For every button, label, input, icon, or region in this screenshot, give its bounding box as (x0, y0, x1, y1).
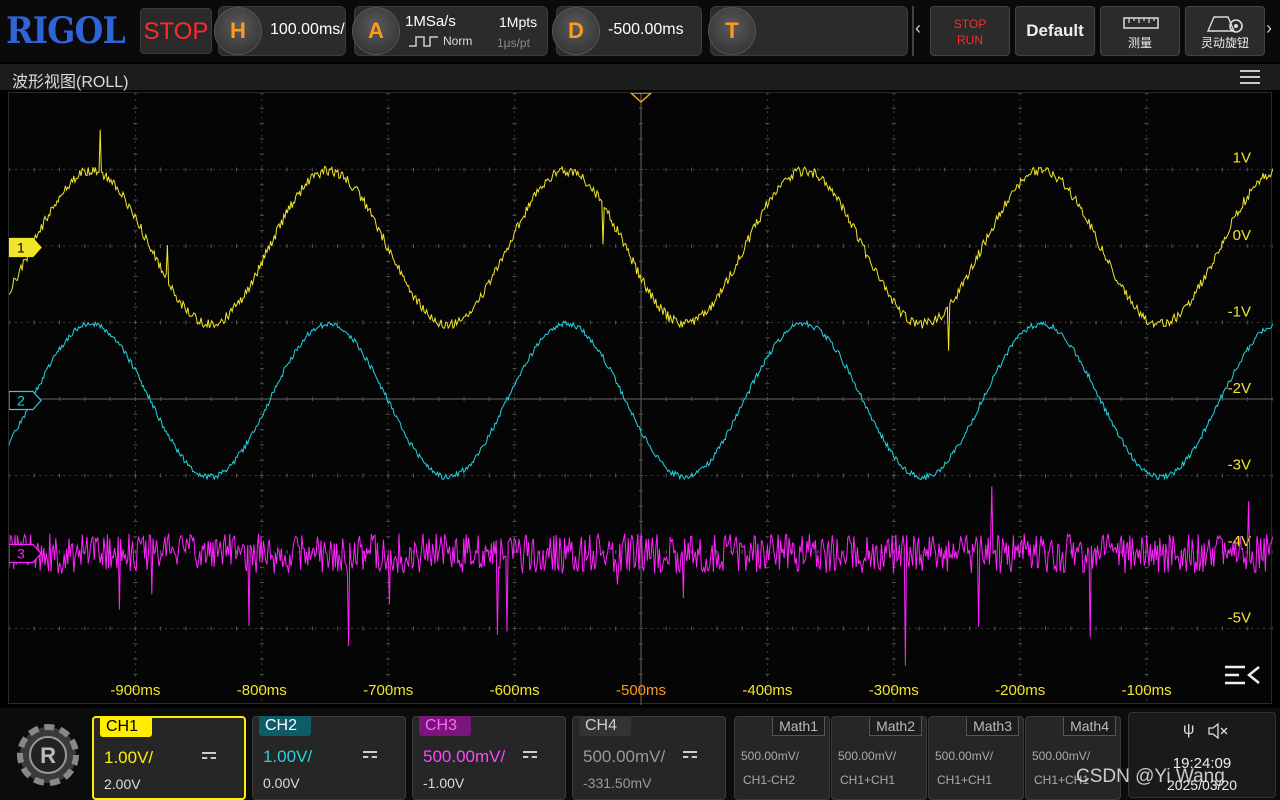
y-tick-label: 0V (1233, 227, 1251, 244)
channel-3-offset: -1.00V (423, 775, 465, 791)
math-3-box[interactable]: Math3 500.00mV/ CH1+CH1 (928, 716, 1024, 800)
dc-coupling-icon (523, 751, 537, 758)
y-tick-label: -3V (1228, 457, 1251, 474)
channel-1-tab: CH1 (100, 717, 152, 737)
channel-3-scale: 500.00mV/ (423, 747, 506, 766)
math-1-box[interactable]: Math1 500.00mV/ CH1-CH2 (734, 716, 830, 800)
channel-4-tab: CH4 (579, 716, 631, 736)
stop-label: STOP (953, 17, 987, 31)
math-1-scale: 500.00mV/ (741, 749, 800, 763)
channel-1-offset: 2.00V (104, 776, 141, 792)
run-label: RUN (957, 33, 983, 47)
rigol-logo: RIGOL (6, 10, 126, 52)
channel-1-box[interactable]: CH1 1.00V/ 2.00V (92, 716, 246, 800)
waveform-window-header: 波形视图(ROLL) (0, 64, 1280, 91)
waveform-svg: -900ms -800ms -700ms -600ms -500ms -400ms -300… (8, 92, 1274, 705)
x-tick-label: -700ms (363, 682, 413, 699)
math-2-expr: CH1+CH1 (840, 773, 896, 787)
channel-4-box[interactable]: CH4 500.00mV/ -331.50mV (572, 716, 726, 800)
usb-icon: ψ (1183, 721, 1195, 738)
channel-1-marker (8, 237, 42, 258)
delay-key[interactable]: D (552, 7, 600, 55)
run-stop-button[interactable]: STOP RUN (930, 6, 1010, 56)
x-tick-label: -500ms (616, 682, 666, 699)
acq-mode-icon (409, 36, 438, 47)
x-tick-label: -200ms (995, 682, 1045, 699)
channel-1-scale: 1.00V/ (104, 748, 154, 767)
trigger-key[interactable]: T (708, 7, 756, 55)
dc-coupling-icon (683, 751, 697, 758)
memory-depth: 1Mpts (499, 14, 538, 30)
channel-2-scale: 1.00V/ (263, 747, 313, 766)
default-button[interactable]: Default (1015, 6, 1095, 56)
channel-3-tab: CH3 (419, 716, 471, 736)
default-label: Default (1026, 21, 1084, 40)
channel-2-offset: 0.00V (263, 775, 300, 791)
math-3-expr: CH1+CH1 (937, 773, 993, 787)
waveform-display[interactable]: -900ms -800ms -700ms -600ms -500ms -400ms -300… (8, 92, 1274, 705)
measure-label: 测量 (1127, 36, 1152, 50)
y-tick-label: -5V (1228, 610, 1251, 627)
timebase-value: 100.00ms/ (270, 21, 345, 38)
channel-4-offset: -331.50mV (583, 775, 652, 791)
x-tick-label: -900ms (110, 682, 160, 699)
home-gear-icon[interactable]: R (8, 714, 88, 796)
x-tick-label: -400ms (742, 682, 792, 699)
math-3-tab: Math3 (966, 717, 1019, 736)
math-4-tab: Math4 (1063, 717, 1116, 736)
window-title: 波形视图(ROLL) (12, 74, 129, 91)
ruler-icon (1123, 17, 1159, 29)
math-2-scale: 500.00mV/ (838, 749, 897, 763)
mute-speaker-icon[interactable] (1207, 723, 1229, 739)
math-1-tab: Math1 (772, 717, 825, 736)
flex-knob-label: 灵动旋钮 (1200, 36, 1249, 50)
menu-icon[interactable] (1240, 70, 1260, 84)
channel-1-marker-label: 1 (17, 240, 25, 256)
dc-coupling-icon (202, 752, 216, 759)
top-bar: RIGOL STOP H 100.00ms/ A 1MSa/s 1Mpts No… (0, 0, 1280, 62)
channel-2-box[interactable]: CH2 1.00V/ 0.00V (252, 716, 406, 800)
math-1-expr: CH1-CH2 (743, 773, 796, 787)
y-tick-label: -2V (1228, 380, 1251, 397)
measure-button[interactable]: 测量 (1100, 6, 1180, 56)
flex-knob-button[interactable]: 灵动旋钮 (1185, 6, 1265, 56)
svg-text:R: R (40, 743, 56, 768)
math-2-tab: Math2 (869, 717, 922, 736)
collapse-icon (1225, 665, 1260, 685)
y-tick-label: 1V (1233, 150, 1251, 167)
channel-2-marker-label: 2 (17, 393, 25, 409)
channel-3-marker (8, 543, 42, 564)
channel-2-marker (8, 390, 42, 411)
acquire-key[interactable]: A (352, 7, 400, 55)
delay-value: -500.00ms (608, 21, 684, 38)
acq-mode: Norm (443, 34, 473, 48)
horizontal-key[interactable]: H (214, 7, 262, 55)
chevron-right-icon[interactable]: › (1266, 18, 1272, 39)
channel-2-tab: CH2 (259, 716, 311, 736)
channel-3-marker-label: 3 (17, 546, 25, 562)
channel-4-scale: 500.00mV/ (583, 747, 666, 766)
math-4-scale: 500.00mV/ (1032, 749, 1091, 763)
x-tick-label: -300ms (869, 682, 919, 699)
x-tick-label: -100ms (1122, 682, 1172, 699)
sample-rate: 1MSa/s (405, 13, 456, 30)
dc-coupling-icon (363, 751, 377, 758)
x-tick-label: -800ms (237, 682, 287, 699)
time-resolution: 1μs/pt (497, 36, 530, 50)
chevron-left-icon[interactable]: ‹ (915, 18, 921, 39)
x-tick-label: -600ms (490, 682, 540, 699)
math-2-box[interactable]: Math2 500.00mV/ CH1+CH1 (831, 716, 927, 800)
knob-gear-icon (1206, 16, 1243, 33)
y-tick-label: -1V (1228, 304, 1251, 321)
watermark: CSDN @Yi Wang (1076, 766, 1225, 787)
math-3-scale: 500.00mV/ (935, 749, 994, 763)
divider (912, 6, 914, 56)
bottom-bar: R CH1 1.00V/ 2.00V CH2 1.00V/ 0.00V CH3 … (0, 708, 1280, 800)
channel-3-box[interactable]: CH3 500.00mV/ -1.00V (412, 716, 566, 800)
run-state-indicator[interactable]: STOP (140, 8, 212, 54)
